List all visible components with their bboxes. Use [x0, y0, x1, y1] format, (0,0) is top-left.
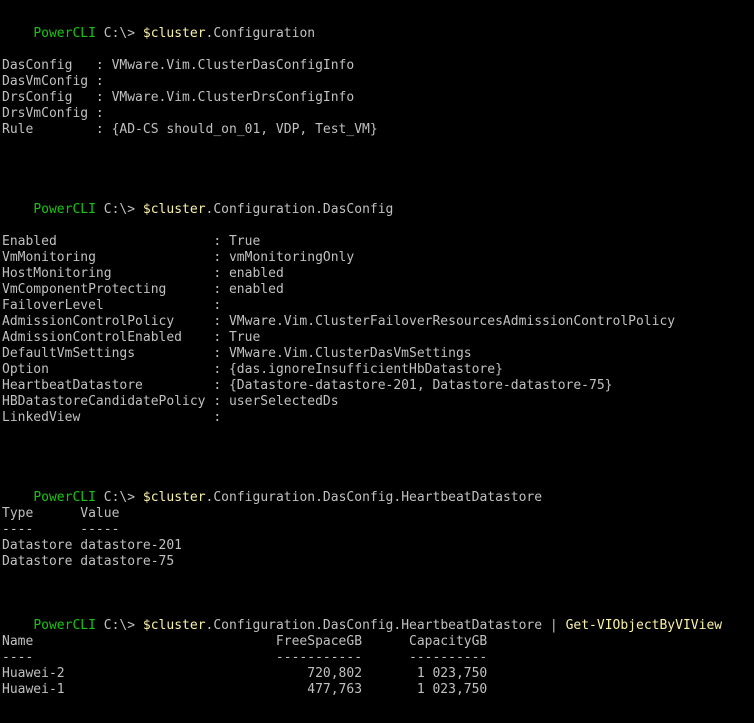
prompt-path: C:\>	[95, 26, 143, 41]
property-name: LinkedView	[2, 410, 214, 425]
table-separator: ---- -----	[2, 522, 120, 537]
property-value: :	[95, 74, 104, 89]
property-name: HostMonitoring	[2, 266, 214, 281]
command-line: PowerCLI C:\> $cluster.Configuration.Das…	[2, 602, 722, 633]
property-name: Enabled	[2, 234, 214, 249]
property-value: : enabled	[213, 282, 284, 297]
property-value: : {Datastore-datastore-201, Datastore-da…	[213, 378, 613, 393]
command-text: .Configuration.DasConfig	[205, 202, 394, 217]
output-row: VmMonitoring : vmMonitoringOnly	[2, 250, 354, 266]
property-value: : VMware.Vim.ClusterDrsConfigInfo	[95, 90, 355, 105]
output-row: HeartbeatDatastore : {Datastore-datastor…	[2, 378, 613, 394]
property-name: AdmissionControlPolicy	[2, 314, 214, 329]
property-value: : {AD-CS should_on_01, VDP, Test_VM}	[95, 122, 378, 137]
variable: $cluster	[142, 26, 206, 41]
powershell-console[interactable]: PowerCLI C:\> $cluster.Configuration Das…	[0, 0, 754, 723]
property-value: : True	[213, 330, 261, 345]
property-name: HBDatastoreCandidatePolicy	[2, 394, 214, 409]
output-row: AdmissionControlPolicy : VMware.Vim.Clus…	[2, 314, 675, 330]
property-name: DasVmConfig	[2, 74, 96, 89]
property-name: FailoverLevel	[2, 298, 214, 313]
table-row: Datastore datastore-201	[2, 538, 183, 553]
output-row: FailoverLevel :	[2, 298, 221, 314]
property-name: DefaultVmSettings	[2, 346, 214, 361]
output-row: DefaultVmSettings : VMware.Vim.ClusterDa…	[2, 346, 472, 362]
output-row: AdmissionControlEnabled : True	[2, 330, 260, 346]
prompt: PowerCLI	[33, 26, 96, 41]
prompt-path: C:\>	[95, 618, 143, 633]
property-name: Rule	[2, 122, 96, 137]
property-value: : enabled	[213, 266, 284, 281]
property-name: VmComponentProtecting	[2, 282, 214, 297]
property-name: VmMonitoring	[2, 250, 214, 265]
pipe-operator: |	[542, 618, 566, 633]
cmdlet: Get-VIObjectByVIView	[565, 618, 723, 633]
table-separator: ---- ----------- ----------	[2, 650, 488, 665]
output-row: DrsVmConfig :	[2, 106, 104, 122]
output-row: VmComponentProtecting : enabled	[2, 282, 284, 298]
output-row: HostMonitoring : enabled	[2, 266, 284, 282]
output-row: Option : {das.ignoreInsufficientHbDatast…	[2, 362, 503, 378]
output-row: LinkedView :	[2, 410, 221, 426]
property-value: : True	[213, 234, 261, 249]
command-line: PowerCLI C:\> $cluster.Configuration.Das…	[2, 474, 542, 505]
command-text: .Configuration	[205, 26, 316, 41]
output-row: Enabled : True	[2, 234, 260, 250]
property-name: DasConfig	[2, 58, 96, 73]
property-value: : VMware.Vim.ClusterDasVmSettings	[213, 346, 472, 361]
command-line: PowerCLI C:\> $cluster.Configuration	[2, 10, 315, 41]
table-header: Name FreeSpaceGB CapacityGB	[2, 634, 488, 649]
command-text: .Configuration.DasConfig.HeartbeatDatast…	[205, 490, 543, 505]
command-text: .Configuration.DasConfig.HeartbeatDatast…	[205, 618, 543, 633]
property-name: Option	[2, 362, 214, 377]
property-name: DrsVmConfig	[2, 106, 96, 121]
property-value: :	[213, 410, 222, 425]
table-row: Huawei-2 720,802 1 023,750	[2, 666, 488, 681]
table-row: Datastore datastore-75	[2, 554, 175, 569]
output-row: DrsConfig : VMware.Vim.ClusterDrsConfigI…	[2, 90, 354, 106]
output-row: DasVmConfig :	[2, 74, 104, 90]
variable: $cluster	[142, 202, 206, 217]
property-value: : {das.ignoreInsufficientHbDatastore}	[213, 362, 503, 377]
property-value: : userSelectedDs	[213, 394, 339, 409]
output-row: HBDatastoreCandidatePolicy : userSelecte…	[2, 394, 339, 410]
property-value: : VMware.Vim.ClusterFailoverResourcesAdm…	[213, 314, 676, 329]
variable: $cluster	[142, 490, 206, 505]
table-row: Huawei-1 477,763 1 023,750	[2, 682, 488, 697]
variable: $cluster	[142, 618, 206, 633]
property-name: DrsConfig	[2, 90, 96, 105]
property-value: : vmMonitoringOnly	[213, 250, 355, 265]
property-value: : VMware.Vim.ClusterDasConfigInfo	[95, 58, 355, 73]
output-row: Rule : {AD-CS should_on_01, VDP, Test_VM…	[2, 122, 378, 138]
prompt: PowerCLI	[33, 490, 96, 505]
prompt-path: C:\>	[95, 490, 143, 505]
prompt-path: C:\>	[95, 202, 143, 217]
property-value: :	[213, 298, 222, 313]
command-line: PowerCLI C:\> $cluster.Configuration.Das…	[2, 186, 393, 217]
output-row: DasConfig : VMware.Vim.ClusterDasConfigI…	[2, 58, 354, 74]
prompt: PowerCLI	[33, 618, 96, 633]
property-value: :	[95, 106, 104, 121]
property-name: AdmissionControlEnabled	[2, 330, 214, 345]
prompt: PowerCLI	[33, 202, 96, 217]
table-header: Type Value	[2, 506, 120, 521]
property-name: HeartbeatDatastore	[2, 378, 214, 393]
